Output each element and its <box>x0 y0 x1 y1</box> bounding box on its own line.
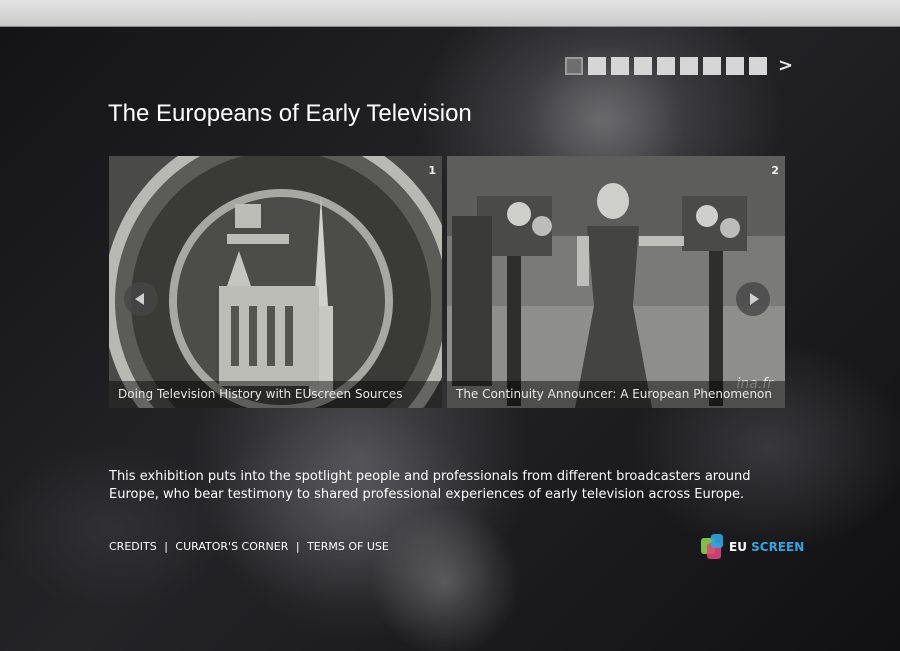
pager-dot[interactable] <box>588 57 606 75</box>
carousel-prev-button[interactable] <box>124 282 158 316</box>
pager-dot[interactable] <box>565 57 583 75</box>
euscreen-logo-icon <box>699 533 727 561</box>
tile-number: 2 <box>771 164 779 177</box>
pager-dot[interactable] <box>703 57 721 75</box>
background-bokeh <box>210 407 490 607</box>
slide-pager: > <box>565 57 793 75</box>
exhibition-tile-2[interactable]: 2 ina.fr The Continuity Announcer: A Eur… <box>447 156 785 408</box>
terms-of-use-link[interactable]: TERMS OF USE <box>307 540 389 553</box>
link-separator: | <box>164 540 168 553</box>
carousel-next-button[interactable] <box>736 282 770 316</box>
tile-caption[interactable]: The Continuity Announcer: A European Phe… <box>447 381 785 408</box>
pager-dot[interactable] <box>680 57 698 75</box>
pager-dot[interactable] <box>726 57 744 75</box>
exhibition-tile-1[interactable]: 1 Doing Television History with EUscreen… <box>109 156 442 408</box>
euscreen-logo[interactable]: EU SCREEN <box>699 532 804 562</box>
link-separator: | <box>295 540 300 553</box>
tile-2-image <box>447 156 785 408</box>
pager-dot[interactable] <box>611 57 629 75</box>
tile-number: 1 <box>428 164 436 177</box>
euscreen-logo-text: EU SCREEN <box>729 540 805 554</box>
credits-link[interactable]: CREDITS <box>109 540 157 553</box>
window-titlebar <box>0 0 900 27</box>
pager-dot[interactable] <box>634 57 652 75</box>
footer-links: CREDITS | CURATOR'S CORNER | TERMS OF US… <box>109 540 389 553</box>
exhibition-description: This exhibition puts into the spotlight … <box>109 469 751 502</box>
page-title: The Europeans of Early Television <box>108 100 472 127</box>
pager-dot[interactable] <box>749 57 767 75</box>
pager-dot[interactable] <box>657 57 675 75</box>
curators-corner-link[interactable]: CURATOR'S CORNER <box>175 540 288 553</box>
tile-1-image <box>109 156 442 408</box>
pager-next-button[interactable]: > <box>778 57 793 75</box>
tile-caption[interactable]: Doing Television History with EUscreen S… <box>109 381 442 408</box>
